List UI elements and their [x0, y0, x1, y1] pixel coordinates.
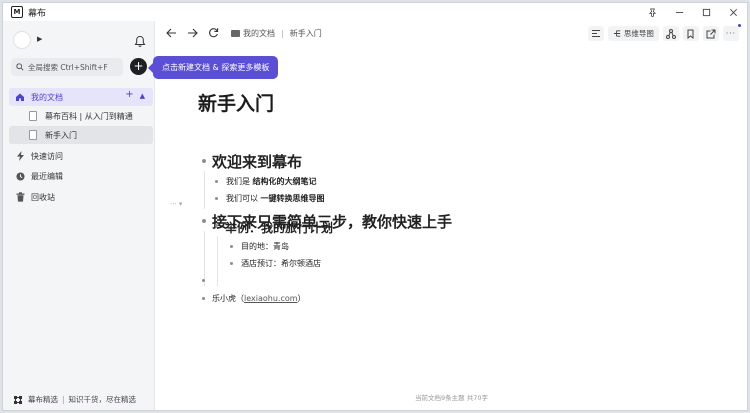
app-title: 幕布: [28, 8, 47, 19]
caret-right-icon[interactable]: ▶: [37, 35, 42, 43]
sidebar-item-label: 最近编辑: [31, 171, 63, 181]
breadcrumb: 我的文档 | 新手入门: [231, 28, 322, 39]
window-controls: [639, 3, 747, 21]
bullet-point[interactable]: [202, 159, 206, 163]
breadcrumb-root[interactable]: 我的文档: [243, 28, 275, 39]
footer-divider: |: [62, 395, 65, 404]
sidebar-item-trash[interactable]: 回收站: [9, 188, 153, 206]
clock-icon: [15, 171, 25, 181]
sidebar-item-label: 我的文档: [31, 92, 63, 102]
outline-item[interactable]: 我们是 结构化的大纲笔记: [226, 176, 317, 187]
sidebar-doc-item[interactable]: 幕布百科 | 从入门到精通: [9, 107, 153, 125]
mindmap-icon: [613, 30, 621, 37]
outline-item-bold: 结构化的大纲笔记: [252, 177, 317, 186]
maximize-icon[interactable]: [693, 3, 720, 21]
bell-icon[interactable]: [134, 33, 146, 47]
collapse-icon[interactable]: ▲: [140, 89, 145, 103]
bullet-point[interactable]: [202, 219, 206, 223]
sidebar-doc-item-selected[interactable]: 新手入门: [9, 126, 153, 144]
document-title[interactable]: 新手入门: [198, 89, 274, 116]
indent-guide: [204, 171, 205, 209]
outline-item[interactable]: 乐小虎（lexiaohu.com）: [212, 293, 306, 304]
outline-subheading[interactable]: 举例：我的旅行计划: [225, 219, 333, 236]
breadcrumb-separator: |: [281, 29, 284, 38]
search-icon: [16, 63, 24, 71]
pin-icon[interactable]: [639, 3, 666, 21]
document-icon: [29, 130, 37, 140]
sidebar-item-quick-access[interactable]: 快速访问: [9, 147, 153, 165]
bookmark-icon[interactable]: [682, 26, 699, 41]
bullet-point[interactable]: [215, 197, 218, 200]
document-icon: [29, 111, 37, 121]
document-stats: 当前文档9条主题 共70字: [415, 394, 488, 402]
bullet-point[interactable]: [202, 297, 205, 300]
outline-item[interactable]: 酒店预订：希尔顿酒店: [241, 258, 321, 269]
sidebar-item-label: 回收站: [31, 192, 55, 202]
trash-icon: [15, 192, 25, 202]
more-menu-icon[interactable]: ···: [722, 24, 741, 41]
outline-item-bold: 一键转换思维导图: [260, 194, 325, 203]
notification-dot: [738, 24, 741, 27]
outline-item-prefix: 我们是: [226, 177, 250, 186]
outline-item[interactable]: 我们可以 一键转换思维导图: [226, 193, 325, 204]
main-editor: 我的文档 | 新手入门 思维导图 ··· 新手入门 欢迎来到幕布 我们是 结构化…: [156, 21, 747, 410]
mubu-logo-icon: [14, 395, 22, 404]
sidebar-doc-label: 幕布百科 | 从入门到精通: [45, 111, 133, 121]
app-window: M 幕布 ▶ 全局搜索 Ctrl+Shift+F + 我的文档 + ▲ 幕布百科…: [2, 2, 748, 411]
bullet-point[interactable]: [230, 262, 233, 265]
home-icon: [15, 92, 25, 102]
sidebar: ▶ 全局搜索 Ctrl+Shift+F + 我的文档 + ▲ 幕布百科 | 从入…: [3, 21, 155, 410]
indent-guide: [204, 231, 205, 286]
paren-close: ）: [297, 294, 306, 303]
mindmap-button[interactable]: 思维导图: [607, 26, 659, 41]
sidebar-doc-label: 新手入门: [45, 130, 77, 140]
author-link[interactable]: lexiaohu.com: [244, 294, 298, 303]
folder-icon: [231, 30, 240, 37]
footer-brand: 幕布精选: [28, 395, 58, 404]
mindmap-label: 思维导图: [623, 29, 654, 38]
search-input[interactable]: 全局搜索 Ctrl+Shift+F: [11, 58, 123, 76]
avatar[interactable]: [13, 31, 31, 49]
sidebar-item-recent[interactable]: 最近编辑: [9, 167, 153, 185]
forward-arrow-icon[interactable]: [187, 28, 198, 41]
lightning-icon: [15, 151, 25, 161]
share-network-icon[interactable]: [662, 26, 679, 41]
more-dots: ···: [725, 29, 736, 38]
back-arrow-icon[interactable]: [166, 28, 177, 41]
bullet-point[interactable]: [202, 279, 205, 282]
close-icon[interactable]: [720, 3, 747, 21]
outline-item[interactable]: 目的地：青岛: [241, 241, 289, 252]
paren-open: （: [236, 294, 244, 303]
bullet-point[interactable]: [230, 245, 233, 248]
new-document-button[interactable]: +: [130, 58, 147, 75]
export-icon[interactable]: [702, 26, 719, 41]
bullet-point[interactable]: [215, 224, 218, 227]
author-name: 乐小虎: [212, 294, 236, 303]
app-logo-icon: M: [11, 6, 23, 18]
title-bar: M 幕布: [3, 3, 747, 21]
refresh-icon[interactable]: [208, 27, 219, 41]
outline-heading[interactable]: 欢迎来到幕布: [212, 151, 302, 172]
sidebar-footer[interactable]: 幕布精选 | 知识千货，尽在精选: [13, 394, 136, 405]
breadcrumb-current: 新手入门: [289, 29, 322, 38]
sidebar-item-label: 快速访问: [31, 151, 63, 161]
add-folder-icon[interactable]: +: [125, 89, 133, 103]
sidebar-item-my-documents[interactable]: 我的文档 + ▲: [9, 88, 153, 106]
minimize-icon[interactable]: [666, 3, 693, 21]
search-placeholder: 全局搜索 Ctrl+Shift+F: [28, 62, 108, 72]
history-navigation: [166, 27, 219, 41]
drag-handle-icon[interactable]: ··· ▾: [170, 200, 182, 208]
outline-item-prefix: 我们可以: [226, 194, 258, 203]
footer-slogan: 知识千货，尽在精选: [68, 395, 137, 404]
outline-style-icon[interactable]: [587, 26, 604, 41]
indent-guide: [217, 236, 218, 286]
document-toolbar: 思维导图 ···: [587, 24, 741, 41]
new-document-tooltip[interactable]: 点击新建文档 & 探索更多模板: [147, 56, 279, 79]
bullet-point[interactable]: [215, 180, 218, 183]
